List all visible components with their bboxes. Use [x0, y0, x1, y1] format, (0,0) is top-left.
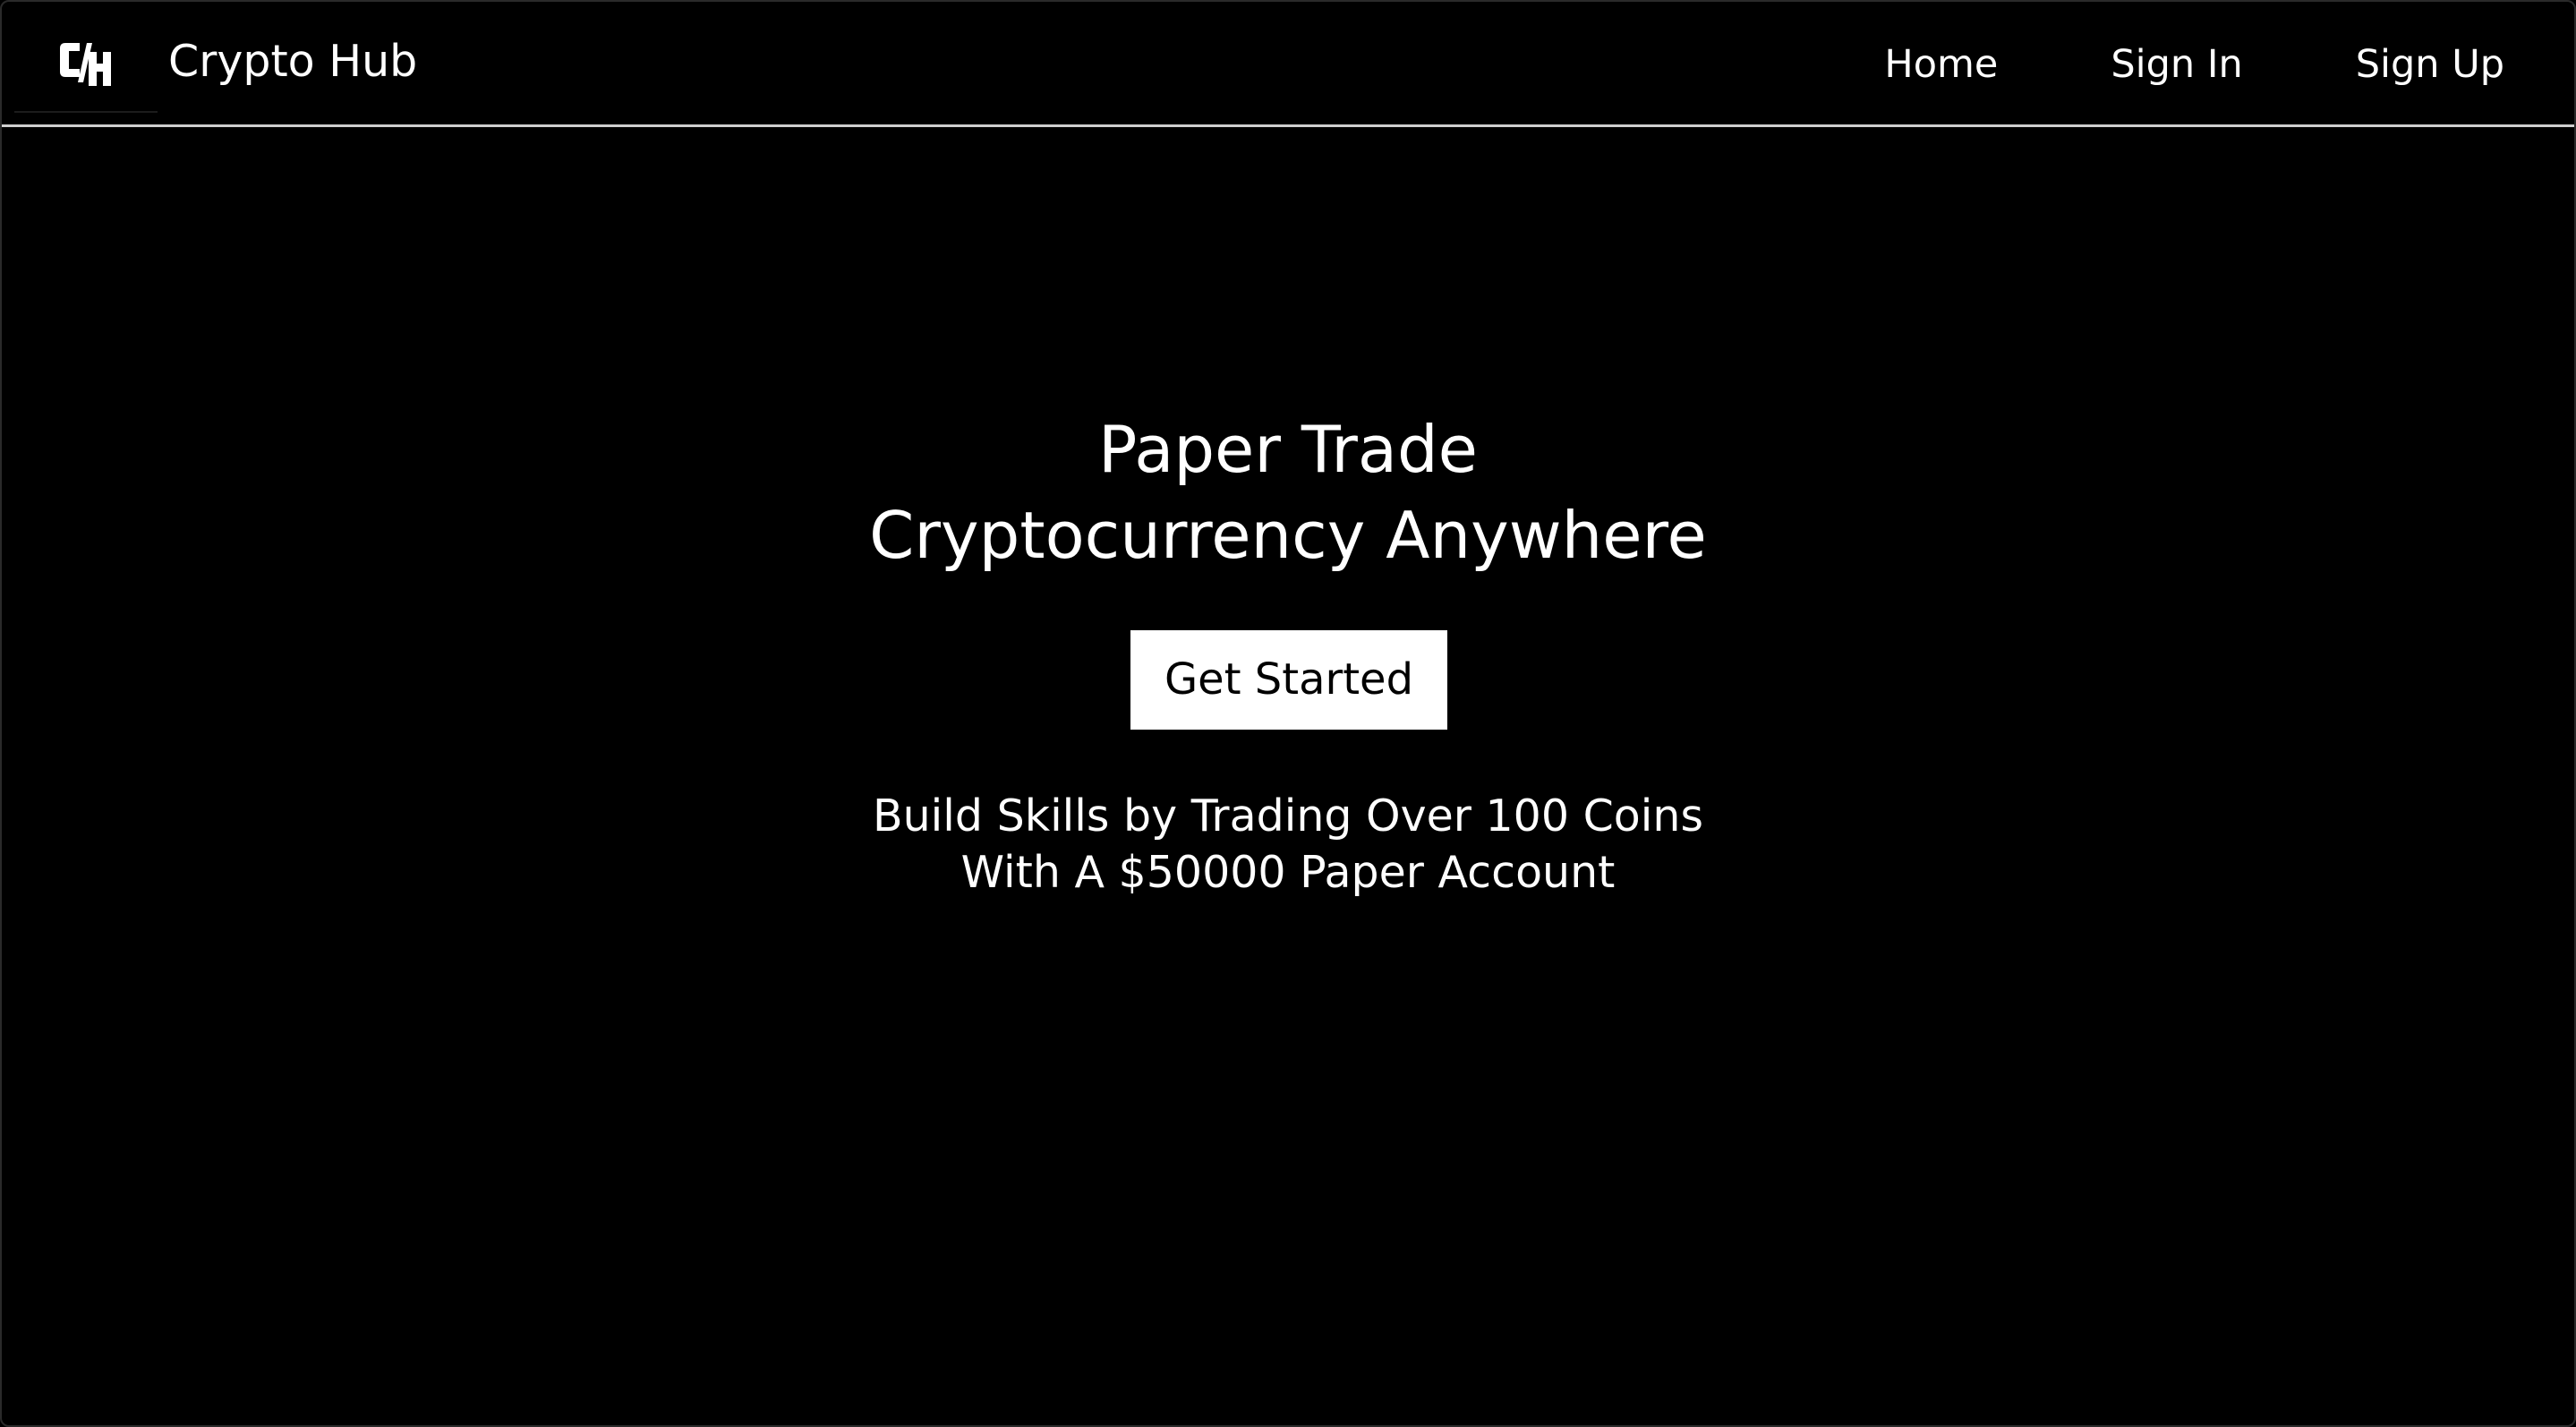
- app-window: Crypto Hub Home Sign In Sign Up Paper Tr…: [0, 0, 2576, 1427]
- nav-sign-in-link[interactable]: Sign In: [2111, 36, 2242, 93]
- navbar: Crypto Hub Home Sign In Sign Up: [2, 2, 2574, 127]
- get-started-button[interactable]: Get Started: [1130, 630, 1447, 730]
- crypto-hub-logo-icon: [60, 43, 111, 86]
- hero-headline-line2: Cryptocurrency Anywhere: [869, 498, 1707, 573]
- nav-links: Home Sign In Sign Up: [1884, 36, 2504, 93]
- brand-name[interactable]: Crypto Hub: [168, 30, 417, 93]
- hero-headline-line1: Paper Trade: [1098, 412, 1478, 487]
- hero-subtext-line2: With A $50000 Paper Account: [960, 847, 1616, 898]
- hero-subtext-line1: Build Skills by Trading Over 100 Coins: [873, 790, 1703, 842]
- nav-home-link[interactable]: Home: [1884, 36, 1998, 93]
- logo[interactable]: [14, 14, 158, 113]
- nav-sign-up-link[interactable]: Sign Up: [2356, 36, 2504, 93]
